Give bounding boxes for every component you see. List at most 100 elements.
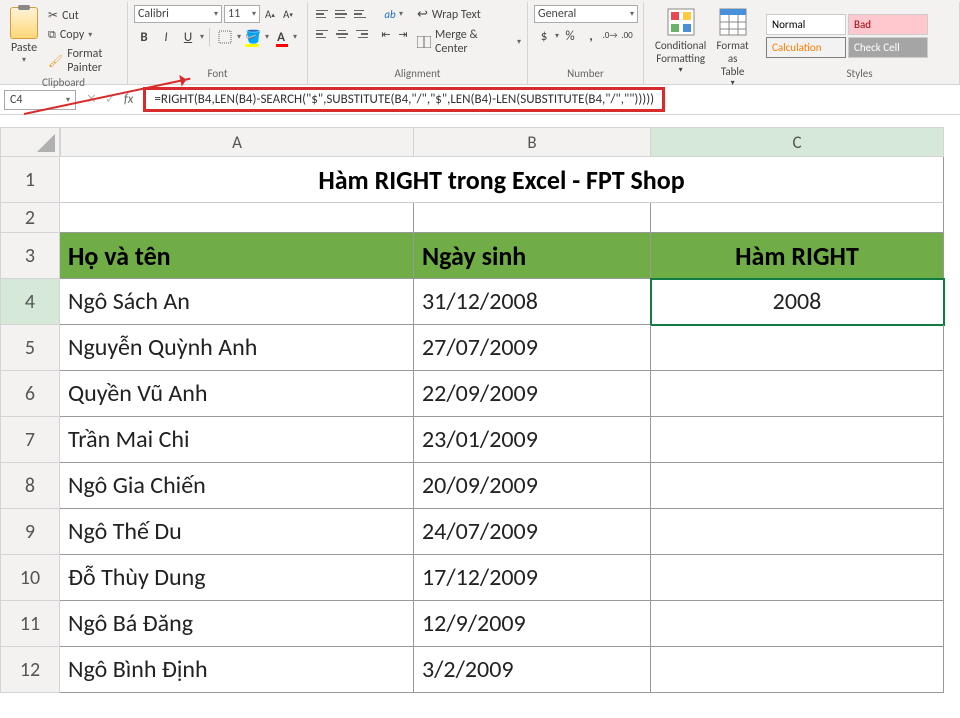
fill-color-button[interactable]: 🪣 [243, 27, 263, 47]
cell-c12[interactable] [651, 647, 944, 693]
align-right-button[interactable] [352, 26, 370, 42]
alignment-label: Alignment [314, 67, 521, 82]
worksheet: A B C 1 Hàm RIGHT trong Excel - FPT Shop… [0, 127, 960, 693]
cell-a11[interactable]: Ngô Bá Đăng [60, 601, 414, 647]
row-header-4[interactable]: 4 [0, 279, 60, 325]
cell-b7[interactable]: 23/01/2009 [414, 417, 651, 463]
decrease-indent-button[interactable]: ⇤ [378, 25, 394, 43]
cell-a10[interactable]: Đỗ Thùy Dung [60, 555, 414, 601]
group-clipboard: Paste ▾ ✂Cut ⧉Copy▾ 🖌Format Painter Clip… [0, 2, 128, 84]
cell-b9[interactable]: 24/07/2009 [414, 509, 651, 555]
cell-b5[interactable]: 27/07/2009 [414, 325, 651, 371]
cell-c2[interactable] [651, 203, 944, 233]
row-header-10[interactable]: 10 [0, 555, 60, 601]
row-header-5[interactable]: 5 [0, 325, 60, 371]
cell-a8[interactable]: Ngô Gia Chiến [60, 463, 414, 509]
group-styles: Normal Bad Calculation Check Cell Styles [760, 2, 960, 84]
cell-b4[interactable]: 31/12/2008 [414, 279, 651, 325]
format-as-table-button[interactable]: Format as Table▾ [711, 5, 754, 90]
cut-button[interactable]: ✂Cut [46, 7, 121, 24]
align-middle-button[interactable] [333, 6, 351, 22]
font-size-combo[interactable]: 11▾ [224, 5, 260, 23]
decrease-font-icon[interactable]: A▾ [280, 5, 296, 23]
cell-a4[interactable]: Ngô Sách An [60, 279, 414, 325]
align-left-button[interactable] [314, 26, 332, 42]
name-box[interactable]: C4▾ [4, 90, 76, 110]
title-cell[interactable]: Hàm RIGHT trong Excel - FPT Shop [60, 157, 944, 203]
row-header-1[interactable]: 1 [0, 157, 60, 203]
cell-c11[interactable] [651, 601, 944, 647]
comma-format-button[interactable]: , [581, 26, 601, 46]
row-header-6[interactable]: 6 [0, 371, 60, 417]
cell-c8[interactable] [651, 463, 944, 509]
insert-function-icon[interactable]: fx [124, 92, 134, 107]
cell-c7[interactable] [651, 417, 944, 463]
cell-b11[interactable]: 12/9/2009 [414, 601, 651, 647]
align-bottom-button[interactable] [352, 6, 370, 22]
header-name[interactable]: Họ và tên [60, 233, 414, 279]
group-number: General▾ $▾ % , .0→ .00 Number [528, 2, 644, 84]
cell-a9[interactable]: Ngô Thế Du [60, 509, 414, 555]
increase-decimal-button[interactable]: .0→ [602, 26, 618, 44]
cell-a7[interactable]: Trần Mai Chi [60, 417, 414, 463]
paste-button[interactable]: Paste ▾ [6, 5, 42, 67]
align-top-button[interactable] [314, 6, 332, 22]
bold-button[interactable]: B [134, 27, 154, 47]
increase-indent-button[interactable]: ⇥ [395, 25, 411, 43]
row-header-8[interactable]: 8 [0, 463, 60, 509]
row-header-11[interactable]: 11 [0, 601, 60, 647]
group-styles-buttons: Conditional Formatting▾ Format as Table▾ [644, 2, 760, 84]
borders-button[interactable] [215, 27, 235, 47]
wrap-text-button[interactable]: ↩Wrap Text [417, 7, 521, 22]
conditional-formatting-button[interactable]: Conditional Formatting▾ [650, 5, 711, 77]
align-center-button[interactable] [333, 26, 351, 42]
cell-c10[interactable] [651, 555, 944, 601]
underline-button[interactable]: U [178, 27, 198, 47]
increase-font-icon[interactable]: A▴ [262, 5, 278, 23]
row-header-7[interactable]: 7 [0, 417, 60, 463]
cell-c4[interactable]: 2008 [651, 279, 944, 325]
row-header-3[interactable]: 3 [0, 233, 60, 279]
accounting-format-button[interactable]: $ [534, 26, 554, 46]
italic-button[interactable]: I [156, 27, 176, 47]
format-painter-button[interactable]: 🖌Format Painter [46, 46, 121, 76]
row-header-9[interactable]: 9 [0, 509, 60, 555]
style-normal[interactable]: Normal [766, 14, 846, 35]
cell-a5[interactable]: Nguyễn Quỳnh Anh [60, 325, 414, 371]
cell-b2[interactable] [414, 203, 651, 233]
copy-button[interactable]: ⧉Copy▾ [46, 27, 121, 43]
col-header-a[interactable]: A [60, 127, 414, 157]
header-right[interactable]: Hàm RIGHT [651, 233, 944, 279]
row-header-2[interactable]: 2 [0, 203, 60, 233]
cell-a12[interactable]: Ngô Bình Định [60, 647, 414, 693]
number-format-combo[interactable]: General▾ [534, 5, 638, 23]
col-header-c[interactable]: C [651, 127, 944, 157]
group-alignment: ab ▾ ⇤ ⇥ ↩Wrap Text Merge & Center▾ Alig… [308, 2, 528, 84]
select-all-corner[interactable] [0, 127, 60, 157]
style-check-cell[interactable]: Check Cell [848, 37, 928, 58]
cell-b12[interactable]: 3/2/2009 [414, 647, 651, 693]
font-name-combo[interactable]: Calibri▾ [134, 5, 222, 23]
cell-c5[interactable] [651, 325, 944, 371]
cell-c9[interactable] [651, 509, 944, 555]
formula-bar: C4▾ ✕ ✓ fx =RIGHT(B4,LEN(B4)-SEARCH("$",… [0, 85, 960, 115]
cell-b8[interactable]: 20/09/2009 [414, 463, 651, 509]
cell-a6[interactable]: Quyền Vũ Anh [60, 371, 414, 417]
formula-input[interactable]: =RIGHT(B4,LEN(B4)-SEARCH("$",SUBSTITUTE(… [143, 87, 665, 112]
header-dob[interactable]: Ngày sinh [414, 233, 651, 279]
cell-b6[interactable]: 22/09/2009 [414, 371, 651, 417]
style-calculation[interactable]: Calculation [766, 37, 846, 58]
cell-c6[interactable] [651, 371, 944, 417]
orientation-button[interactable]: ab [382, 5, 398, 23]
cell-b10[interactable]: 17/12/2009 [414, 555, 651, 601]
merge-center-button[interactable]: Merge & Center▾ [417, 28, 521, 56]
ribbon: Paste ▾ ✂Cut ⧉Copy▾ 🖌Format Painter Clip… [0, 0, 960, 85]
conditional-formatting-icon [666, 7, 696, 37]
decrease-decimal-button[interactable]: .00 [619, 26, 635, 44]
style-bad[interactable]: Bad [848, 14, 928, 35]
font-color-button[interactable]: A [271, 27, 291, 47]
cell-a2[interactable] [60, 203, 414, 233]
col-header-b[interactable]: B [414, 127, 651, 157]
percent-format-button[interactable]: % [560, 26, 580, 46]
row-header-12[interactable]: 12 [0, 647, 60, 693]
